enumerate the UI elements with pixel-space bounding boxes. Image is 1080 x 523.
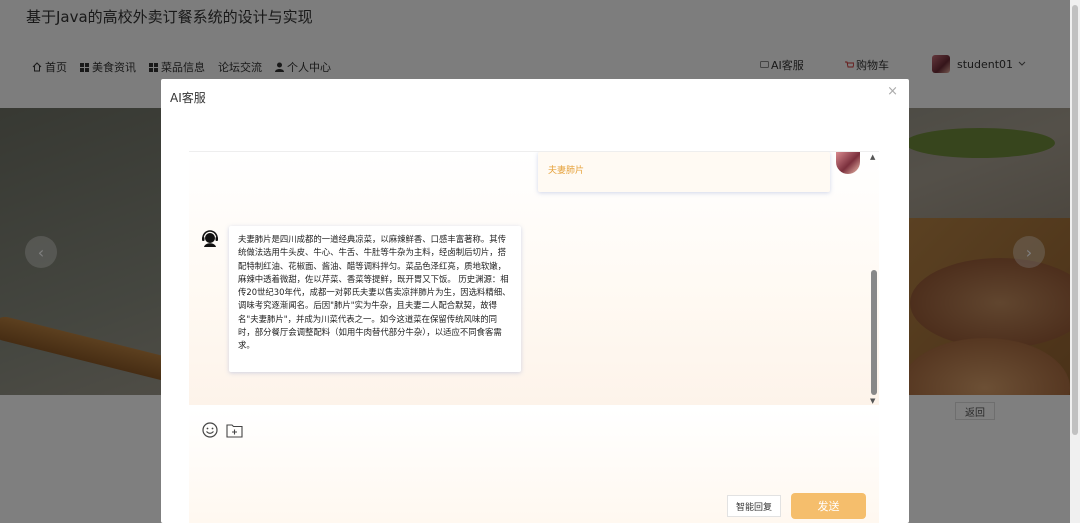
page-scrollbar-thumb[interactable] bbox=[1072, 5, 1078, 435]
user-message-bubble: 夫妻肺片 bbox=[538, 152, 830, 192]
chat-messages[interactable]: 夫妻肺片 夫妻肺片是四川成都的一道经典凉菜，以麻辣鲜香、口感丰富著称。其传统做法… bbox=[189, 151, 879, 405]
scroll-up-icon[interactable]: ▲ bbox=[870, 153, 875, 161]
bot-message-text: 夫妻肺片是四川成都的一道经典凉菜，以麻辣鲜香、口感丰富著称。其传统做法选用牛头皮… bbox=[238, 234, 511, 351]
user-avatar bbox=[836, 152, 860, 174]
folder-add-icon[interactable] bbox=[225, 421, 243, 439]
input-toolbar bbox=[201, 421, 243, 439]
page-scrollbar[interactable] bbox=[1070, 0, 1080, 523]
chat-scrollbar-thumb[interactable] bbox=[871, 270, 877, 395]
user-message-text: 夫妻肺片 bbox=[548, 166, 585, 176]
scroll-down-icon[interactable]: ▼ bbox=[870, 397, 875, 405]
chat-scrollbar[interactable]: ▲ ▼ bbox=[869, 153, 879, 405]
dialog-title: AI客服 bbox=[170, 91, 206, 105]
emoji-icon[interactable] bbox=[201, 421, 219, 439]
close-icon[interactable]: × bbox=[887, 84, 898, 99]
customer-service-icon bbox=[201, 230, 219, 248]
smart-reply-button[interactable]: 智能回复 bbox=[727, 495, 781, 517]
ai-service-dialog: AI客服 × 夫妻肺片 夫妻肺片是四川成都的一道经典凉菜，以麻辣鲜香、口感丰富著… bbox=[161, 79, 909, 523]
bot-message-bubble: 夫妻肺片是四川成都的一道经典凉菜，以麻辣鲜香、口感丰富著称。其传统做法选用牛头皮… bbox=[229, 226, 521, 372]
send-button[interactable]: 发送 bbox=[791, 493, 866, 519]
